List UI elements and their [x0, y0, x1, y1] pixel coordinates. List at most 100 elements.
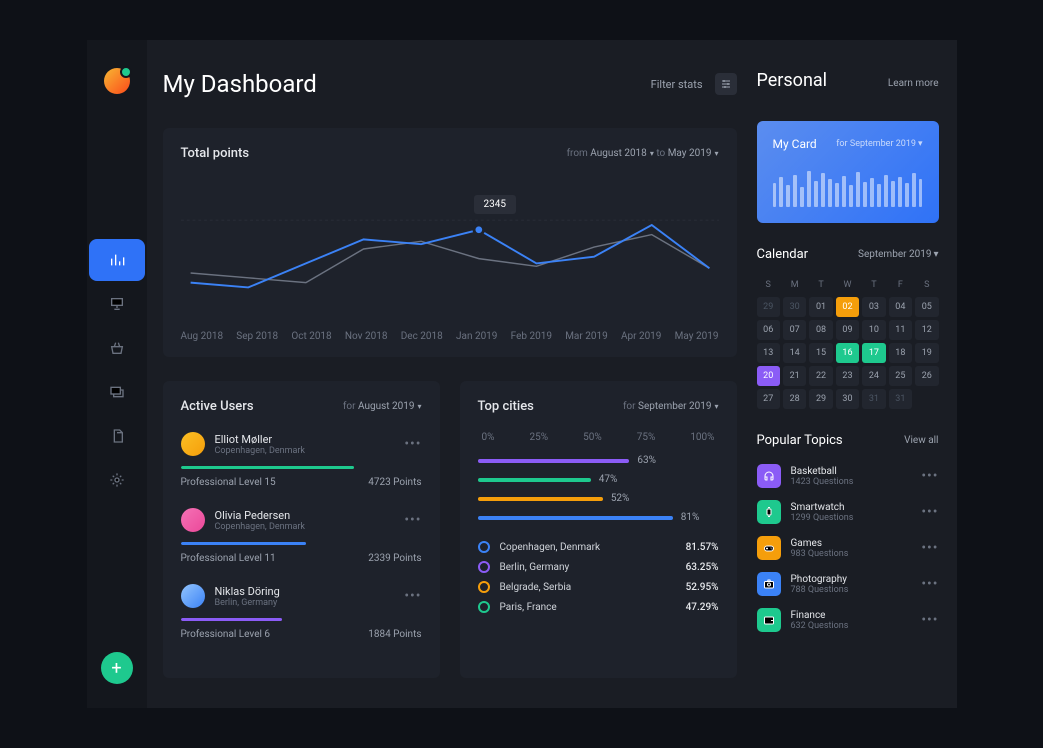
- cal-day[interactable]: 30: [836, 389, 859, 409]
- to-date-dropdown[interactable]: May 2019: [668, 148, 719, 159]
- more-button[interactable]: •••: [404, 436, 421, 452]
- cal-day[interactable]: 23: [836, 366, 859, 386]
- chart-svg: [181, 179, 719, 319]
- cal-day[interactable]: 18: [889, 343, 912, 363]
- avatar[interactable]: [104, 68, 130, 94]
- city-bar: 63%: [478, 455, 719, 466]
- topic-row[interactable]: Basketball 1423 Questions •••: [757, 464, 939, 488]
- cal-day[interactable]: 05: [915, 297, 938, 317]
- user-name: Olivia Pedersen: [215, 509, 395, 522]
- cal-day[interactable]: 06: [757, 320, 780, 340]
- from-date-dropdown[interactable]: August 2018: [590, 148, 654, 159]
- cal-day[interactable]: 07: [783, 320, 806, 340]
- cal-dow: W: [836, 276, 859, 294]
- nav-basket[interactable]: [89, 327, 145, 369]
- city-bar: 81%: [478, 512, 719, 523]
- calendar-title: Calendar: [757, 247, 809, 262]
- cal-day[interactable]: 03: [862, 297, 885, 317]
- cal-day[interactable]: 24: [862, 366, 885, 386]
- main-header: My Dashboard Filter stats: [163, 70, 737, 98]
- filter-button[interactable]: [715, 73, 737, 95]
- more-button[interactable]: •••: [921, 468, 938, 484]
- learn-more-link[interactable]: Learn more: [888, 78, 939, 89]
- nav-documents[interactable]: [89, 415, 145, 457]
- cal-day[interactable]: 31: [862, 389, 885, 409]
- cal-day[interactable]: 31: [889, 389, 912, 409]
- gear-icon: [109, 472, 125, 488]
- nav-presentation[interactable]: [89, 283, 145, 325]
- cal-dow: S: [757, 276, 780, 294]
- user-avatar[interactable]: [181, 584, 205, 608]
- cal-day[interactable]: 14: [783, 343, 806, 363]
- x-label: Feb 2019: [511, 331, 552, 342]
- cal-day[interactable]: 16: [836, 343, 859, 363]
- topic-row[interactable]: Finance 632 Questions •••: [757, 608, 939, 632]
- cal-day[interactable]: 11: [889, 320, 912, 340]
- wallet-icon: [757, 608, 781, 632]
- topic-row[interactable]: Games 983 Questions •••: [757, 536, 939, 560]
- x-label: Dec 2018: [401, 331, 443, 342]
- cal-dow: M: [783, 276, 806, 294]
- cal-day[interactable]: 17: [862, 343, 885, 363]
- cal-day[interactable]: 12: [915, 320, 938, 340]
- more-button[interactable]: •••: [921, 504, 938, 520]
- cal-day[interactable]: 01: [809, 297, 832, 317]
- cal-day[interactable]: 22: [809, 366, 832, 386]
- user-name: Elliot Møller: [215, 433, 395, 446]
- my-card: My Card for September 2019: [757, 121, 939, 223]
- x-label: Apr 2019: [621, 331, 662, 342]
- more-button[interactable]: •••: [921, 576, 938, 592]
- camera-icon: [757, 572, 781, 596]
- cal-day[interactable]: 29: [809, 389, 832, 409]
- more-button[interactable]: •••: [404, 512, 421, 528]
- city-row: Belgrade, Serbia 52.95%: [478, 581, 719, 593]
- user-avatar[interactable]: [181, 432, 205, 456]
- cal-day[interactable]: 21: [783, 366, 806, 386]
- cal-day[interactable]: 20: [757, 366, 780, 386]
- messages-icon: [109, 384, 125, 400]
- personal-title: Personal: [757, 70, 828, 91]
- topic-row[interactable]: Smartwatch 1299 Questions •••: [757, 500, 939, 524]
- top-cities-date-dropdown[interactable]: September 2019: [638, 401, 718, 412]
- cal-day[interactable]: 15: [809, 343, 832, 363]
- cal-day[interactable]: 19: [915, 343, 938, 363]
- cal-dow: T: [862, 276, 885, 294]
- cal-day[interactable]: 13: [757, 343, 780, 363]
- percent-scale: 0%25%50%75%100%: [478, 432, 719, 443]
- cal-day[interactable]: 26: [915, 366, 938, 386]
- user-avatar[interactable]: [181, 508, 205, 532]
- mycard-date-dropdown[interactable]: for September 2019: [836, 139, 922, 149]
- nav-dashboard[interactable]: [89, 239, 145, 281]
- main-content: My Dashboard Filter stats Total points f…: [147, 40, 757, 708]
- active-users-date-dropdown[interactable]: August 2019: [358, 401, 422, 412]
- x-label: Nov 2018: [345, 331, 388, 342]
- user-points: 4723 Points: [368, 477, 421, 488]
- cal-day[interactable]: 27: [757, 389, 780, 409]
- view-all-link[interactable]: View all: [904, 435, 938, 446]
- more-button[interactable]: •••: [921, 612, 938, 628]
- more-button[interactable]: •••: [921, 540, 938, 556]
- top-cities-card: Top cities for September 2019 0%25%50%75…: [460, 381, 737, 678]
- x-label: May 2019: [675, 331, 719, 342]
- popular-topics: Popular Topics View all Basketball 1423 …: [757, 433, 939, 632]
- calendar-month-dropdown[interactable]: September 2019: [858, 249, 939, 260]
- filter-stats-link[interactable]: Filter stats: [651, 78, 703, 91]
- cal-day[interactable]: 25: [889, 366, 912, 386]
- line-chart: 2345 Aug 2018Sep 2018Oct 2018Nov 2018Dec…: [181, 179, 719, 339]
- user-name: Niklas Döring: [215, 585, 395, 598]
- topic-row[interactable]: Photography 788 Questions •••: [757, 572, 939, 596]
- user-row: Elliot Møller Copenhagen, Denmark ••• Pr…: [181, 432, 422, 488]
- cal-day[interactable]: 10: [862, 320, 885, 340]
- cal-day[interactable]: 08: [809, 320, 832, 340]
- add-button[interactable]: +: [101, 652, 133, 684]
- topics-title: Popular Topics: [757, 433, 843, 448]
- cal-day[interactable]: 04: [889, 297, 912, 317]
- nav-messages[interactable]: [89, 371, 145, 413]
- more-button[interactable]: •••: [404, 588, 421, 604]
- nav-settings[interactable]: [89, 459, 145, 501]
- cal-day[interactable]: 09: [836, 320, 859, 340]
- cal-day[interactable]: 29: [757, 297, 780, 317]
- cal-day[interactable]: 28: [783, 389, 806, 409]
- cal-day[interactable]: 02: [836, 297, 859, 317]
- cal-day[interactable]: 30: [783, 297, 806, 317]
